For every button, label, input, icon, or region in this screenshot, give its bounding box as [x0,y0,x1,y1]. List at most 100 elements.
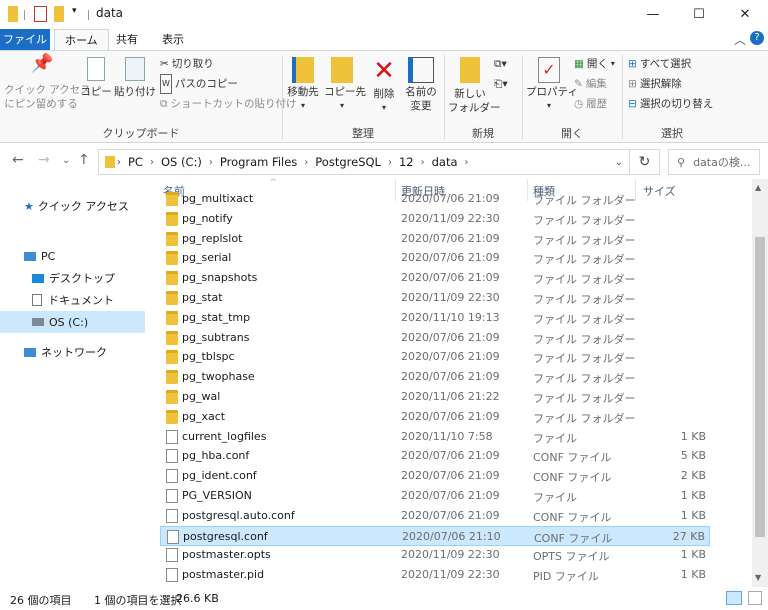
refresh-button[interactable]: ↻ [630,149,660,175]
modified-date: 2020/07/06 21:09 [401,192,500,205]
table-row[interactable]: pg_hba.conf 2020/07/06 21:09 CONF ファイル 5 KB [160,446,710,466]
details-view-button[interactable] [726,591,742,605]
chevron-right-icon[interactable]: › [386,157,394,168]
table-row[interactable]: pg_xact 2020/07/06 21:09 ファイル フォルダー [160,407,710,427]
table-row[interactable]: current_logfiles 2020/11/10 7:58 ファイル 1 KB [160,427,710,447]
table-row[interactable]: pg_ident.conf 2020/07/06 21:09 CONF ファイル 2 … [160,466,710,486]
up-button[interactable]: ↑ [78,152,90,168]
table-row[interactable]: postmaster.opts 2020/11/09 22:30 OPTS ファイル… [160,545,710,565]
table-row[interactable]: postmaster.pid 2020/11/09 22:30 PID ファイル 1 … [160,565,710,585]
cut-button[interactable]: ✂ 切り取り [160,55,214,73]
chevron-right-icon[interactable]: › [207,157,215,168]
delete-button[interactable]: ✕ 削除 ▾ [368,57,400,115]
breadcrumb-os-c[interactable]: OS (C:) [156,155,207,169]
tab-share[interactable]: 共有 [106,29,148,50]
table-row[interactable]: pg_notify 2020/11/09 22:30 ファイル フォルダー [160,209,710,229]
nav-pc[interactable]: PC [0,245,145,267]
table-row[interactable]: pg_stat 2020/11/09 22:30 ファイル フォルダー [160,288,710,308]
chevron-right-icon[interactable]: › [115,157,123,168]
table-row[interactable]: pg_stat_tmp 2020/11/10 19:13 ファイル フォルダー [160,308,710,328]
address-bar[interactable]: › PC › OS (C:) › Program Files › Postgre… [98,149,630,175]
table-row[interactable]: pg_replslot 2020/07/06 21:09 ファイル フォルダー [160,229,710,249]
nav-desktop[interactable]: デスクトップ [0,267,145,289]
collapse-ribbon-icon[interactable]: ︿ [734,31,746,48]
nav-quick-access[interactable]: ★ クイック アクセス [0,195,145,217]
nav-documents[interactable]: ドキュメント [0,289,145,311]
open-button[interactable]: ▦ 開く ▾ [574,55,615,73]
vertical-scrollbar[interactable]: ▲ ▼ [752,179,768,587]
table-row[interactable]: pg_snapshots 2020/07/06 21:09 ファイル フォルダー [160,268,710,288]
modified-date: 2020/07/06 21:09 [401,409,500,423]
search-input[interactable]: ⚲ dataの検... [668,149,760,175]
breadcrumb-12[interactable]: 12 [394,155,419,169]
scroll-down-icon[interactable]: ▼ [755,573,761,582]
move-to-button[interactable]: 移動先 ▾ [286,57,320,113]
table-row[interactable]: pg_subtrans 2020/07/06 21:09 ファイル フォルダー [160,328,710,348]
file-name: current_logfiles [182,429,267,443]
rename-icon [408,57,434,83]
star-icon: ★ [24,199,34,213]
chevron-right-icon[interactable]: › [463,157,471,168]
scrollbar-thumb[interactable] [755,236,765,537]
modified-date: 2020/07/06 21:09 [401,469,500,483]
tab-home[interactable]: ホーム [54,29,109,50]
chevron-right-icon[interactable]: › [148,157,156,168]
table-row[interactable]: pg_twophase 2020/07/06 21:09 ファイル フォルダー [160,367,710,387]
copy-to-button[interactable]: コピー先 ▾ [324,57,366,113]
file-name: pg_hba.conf [182,449,250,463]
new-folder-qat-icon[interactable] [54,6,64,22]
easy-access-button[interactable]: ⎗▾ [494,75,508,93]
select-none-button[interactable]: ⊞ 選択解除 [628,75,682,93]
tab-file[interactable]: ファイル [0,29,50,50]
file-icon [166,489,178,503]
scroll-up-icon[interactable]: ▲ [755,183,761,192]
forward-button[interactable]: → [38,152,50,168]
breadcrumb-postgresql[interactable]: PostgreSQL [310,155,386,169]
folder-icon [166,211,178,226]
paste-shortcut-button[interactable]: ⧉ ショートカットの貼り付け [160,95,297,113]
table-row[interactable]: PG_VERSION 2020/07/06 21:09 ファイル 1 KB [160,486,710,506]
copy-button[interactable]: コピー [80,57,112,99]
qat-dropdown-icon[interactable]: ▾ [72,6,77,22]
invert-selection-button[interactable]: ⊟ 選択の切り替え [628,95,713,113]
nav-os-c[interactable]: OS (C:) [0,311,145,333]
file-size: 1 KB [680,429,706,443]
properties-qat-icon[interactable] [34,6,47,22]
new-item-button[interactable]: ⧉▾ [494,55,507,73]
folder-icon [166,409,178,424]
breadcrumb-pc[interactable]: PC [123,155,148,169]
select-all-button[interactable]: ⊞ すべて選択 [628,55,691,73]
recent-locations-button[interactable]: ⌄ [62,155,70,166]
edit-button[interactable]: ✎ 編集 [574,75,607,93]
edit-icon: ✎ [574,78,583,90]
table-row[interactable]: pg_wal 2020/11/06 21:22 ファイル フォルダー [160,387,710,407]
copy-path-button[interactable]: W パスのコピー [160,74,238,94]
large-icons-view-button[interactable] [748,591,762,605]
rename-button[interactable]: 名前の 変更 [402,57,440,113]
back-button[interactable]: ← [12,152,24,168]
chevron-right-icon[interactable]: › [302,157,310,168]
history-button[interactable]: ◷ 履歴 [574,95,607,113]
address-dropdown-icon[interactable]: ⌄ [615,157,623,168]
table-row[interactable]: pg_tblspc 2020/07/06 21:09 ファイル フォルダー [160,347,710,367]
table-row[interactable]: pg_multixact 2020/07/06 21:09 ファイル フォルダー [160,189,710,209]
properties-button[interactable]: ✓ プロパティ ▾ [526,57,578,113]
table-row[interactable]: pg_serial 2020/07/06 21:09 ファイル フォルダー [160,248,710,268]
tab-view[interactable]: 表示 [152,29,194,50]
pin-label-2: にピン留めする [4,98,78,110]
nav-network[interactable]: ネットワーク [0,341,145,363]
minimize-button[interactable]: — [630,0,676,28]
table-row[interactable]: postgresql.auto.conf 2020/07/06 21:09 CONF… [160,506,710,526]
modified-date: 2020/07/06 21:09 [401,508,500,522]
maximize-button[interactable]: ☐ [676,0,722,28]
chevron-right-icon[interactable]: › [419,157,427,168]
paste-button[interactable]: 貼り付け [114,57,156,99]
breadcrumb-program-files[interactable]: Program Files [215,155,302,169]
new-folder-button[interactable]: 新しい フォルダー [448,57,501,115]
help-icon[interactable]: ? [750,31,764,45]
file-type: CONF ファイル [534,531,613,545]
breadcrumb-data[interactable]: data [427,155,463,169]
table-row[interactable]: postgresql.conf 2020/07/06 21:10 CONF ファイル… [160,525,710,546]
close-button[interactable]: ✕ [722,0,768,28]
pin-quick-access-button[interactable]: 📌 クイック アクセス にピン留めする [4,55,91,111]
